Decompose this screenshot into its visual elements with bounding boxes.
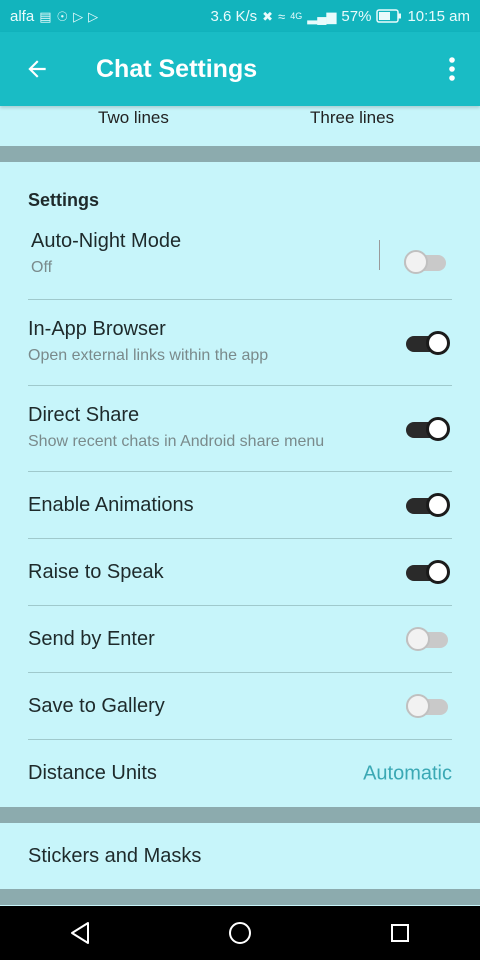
distance-units-value: Automatic [363,762,452,784]
section-divider-2 [0,807,480,823]
settings-section: Settings Auto-Night Mode Off In-App Brow… [0,162,480,807]
option-two-lines[interactable]: Two lines [98,108,169,128]
in-app-browser-toggle[interactable] [406,330,450,355]
app-notification-icon: ☉ [56,8,69,24]
signal-icon: ▂▄▆ [307,8,337,24]
clock: 10:15 am [407,7,470,25]
auto-night-mode-value: Off [31,259,53,276]
play-store-icon: ▷ [73,8,84,24]
more-options-button[interactable] [424,32,480,106]
section-header-settings: Settings [28,190,100,210]
stickers-and-masks-label: Stickers and Masks [28,844,202,867]
battery-icon [376,9,402,23]
auto-night-mode-label: Auto-Night Mode [31,230,182,252]
nav-back-button[interactable] [50,906,110,960]
nav-recents-button[interactable] [370,906,430,960]
auto-night-mode-toggle[interactable] [404,249,448,274]
network-type: 4G [290,11,303,21]
save-to-gallery-toggle[interactable] [406,694,450,718]
message-lines-selector: Two lines Three lines [0,106,480,146]
in-app-browser-label: In-App Browser [28,318,166,340]
page-title: Chat Settings [96,54,258,83]
triangle-back-icon [71,922,89,944]
app-bar: Chat Settings [0,32,480,106]
wifi-icon: ≈ [278,8,286,24]
battery-percent: 57% [341,7,372,25]
save-to-gallery-label: Save to Gallery [28,694,165,717]
send-by-enter-row[interactable]: Send by Enter [28,606,452,673]
enable-animations-toggle[interactable] [406,493,450,517]
send-by-enter-label: Send by Enter [28,627,155,650]
enable-animations-row[interactable]: Enable Animations [28,472,452,539]
in-app-browser-description: Open external links within the app [28,347,269,364]
raise-to-speak-toggle[interactable] [406,560,450,584]
direct-share-row[interactable]: Direct Share Show recent chats in Androi… [28,386,452,472]
distance-units-label: Distance Units [28,762,157,784]
circle-home-icon [229,922,251,944]
system-navigation-bar [0,906,480,960]
raise-to-speak-label: Raise to Speak [28,560,164,583]
direct-share-toggle[interactable] [406,416,450,441]
option-three-lines[interactable]: Three lines [310,108,394,128]
nav-home-button[interactable] [210,906,270,960]
more-vert-icon [449,57,455,81]
network-speed: 3.6 K/s [210,7,258,25]
send-by-enter-toggle[interactable] [406,627,450,651]
save-to-gallery-row[interactable]: Save to Gallery [28,673,452,740]
section-divider-3 [0,889,480,905]
distance-units-row[interactable]: Distance Units Automatic [28,740,452,807]
message-icon: ▤ [39,8,52,24]
arrow-back-icon [28,60,46,78]
play-store-icon-2: ▷ [88,8,99,24]
carrier-name: alfa [10,7,35,25]
raise-to-speak-row[interactable]: Raise to Speak [28,539,452,606]
direct-share-description: Show recent chats in Android share menu [28,433,325,450]
auto-night-mode-row[interactable]: Auto-Night Mode Off [28,224,452,300]
enable-animations-label: Enable Animations [28,493,194,516]
status-bar: alfa ▤ ☉ ▷ ▷ 3.6 K/s ✖ ≈ 4G ▂▄▆ 57% 10:1… [0,0,480,32]
direct-share-label: Direct Share [28,404,140,426]
stickers-and-masks-row[interactable]: Stickers and Masks [0,823,480,889]
mute-icon: ✖ [262,8,274,24]
square-recents-icon [391,924,409,942]
back-button[interactable] [0,32,74,106]
in-app-browser-row[interactable]: In-App Browser Open external links withi… [28,300,452,386]
settings-content: Two lines Three lines Settings Auto-Nigh… [0,106,480,906]
vertical-divider [379,240,380,270]
section-divider [0,146,480,162]
